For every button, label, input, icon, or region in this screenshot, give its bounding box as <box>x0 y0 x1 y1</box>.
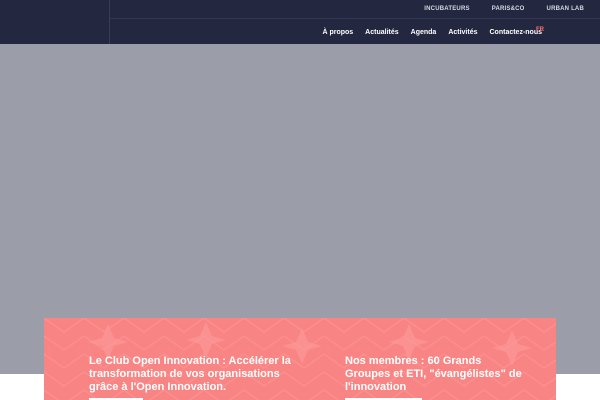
nav-item-contactez-nous[interactable]: Contactez-nous <box>490 29 543 36</box>
logo-area <box>0 0 110 44</box>
top-link-parisandco[interactable]: PARIS&CO <box>492 6 525 12</box>
site-header: INCUBATEURS PARIS&CO URBAN LAB À propos … <box>0 0 600 44</box>
nav-item-a-propos[interactable]: À propos <box>322 29 353 36</box>
top-link-urban-lab[interactable]: URBAN LAB <box>547 6 584 12</box>
nav-item-activites[interactable]: Activités <box>448 29 477 36</box>
nav-item-actualites[interactable]: Actualités <box>365 29 398 36</box>
right-white-margin <box>556 374 600 400</box>
top-link-incubateurs[interactable]: INCUBATEURS <box>424 6 469 12</box>
language-selector[interactable]: FR <box>536 27 544 37</box>
feature-right-title[interactable]: Nos membres : 60 Grands Groupes et ETI, … <box>345 355 525 394</box>
page: INCUBATEURS PARIS&CO URBAN LAB À propos … <box>0 0 600 400</box>
left-white-margin <box>0 374 44 400</box>
nav-item-agenda[interactable]: Agenda <box>411 29 437 36</box>
main-nav: À propos Actualités Agenda Activités Con… <box>322 26 542 38</box>
feature-left-title[interactable]: Le Club Open Innovation : Accélérer la t… <box>89 355 309 394</box>
header-divider <box>110 18 600 19</box>
secondary-nav: INCUBATEURS PARIS&CO URBAN LAB <box>424 4 584 14</box>
